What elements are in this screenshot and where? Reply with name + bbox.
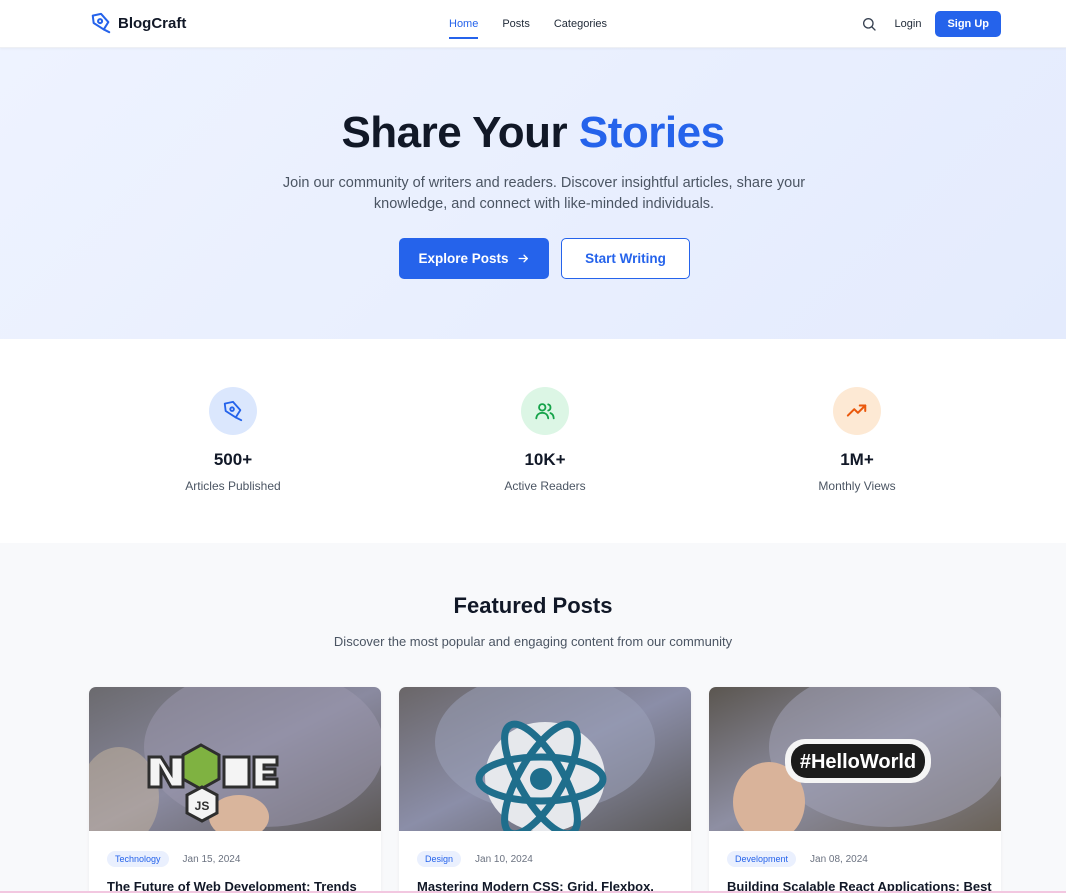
post-date: Jan 08, 2024 [810,853,868,865]
post-meta: Design Jan 10, 2024 [417,851,533,867]
pen-nib-icon [91,12,111,34]
svg-text:JS: JS [195,799,210,813]
stat-views: 1M+ Monthly Views [757,387,957,493]
stat-value: 500+ [213,450,253,469]
stat-label: Monthly Views [818,479,896,493]
featured-title: Featured Posts [453,593,613,618]
trending-up-icon [846,404,867,417]
post-tag[interactable]: Development [727,851,797,867]
stat-icon-circle [833,387,881,435]
hero-title: Share Your Stories [0,108,1066,158]
users-icon [535,403,555,420]
nav-actions: Login Sign Up [861,11,1001,37]
post-meta: Technology Jan 15, 2024 [107,851,240,867]
featured-section: Featured Posts Discover the most popular… [0,543,1066,893]
post-date: Jan 10, 2024 [475,853,533,865]
post-card[interactable]: Design Jan 10, 2024 Mastering Modern CSS… [399,687,691,893]
featured-subtitle: Discover the most popular and engaging c… [333,634,733,649]
stats-section: 500+ Articles Published 10K+ Active Read… [0,339,1066,543]
stat-icon-circle [209,387,257,435]
stat-label: Active Readers [504,479,586,493]
post-meta: Development Jan 08, 2024 [727,851,868,867]
arrow-right-icon [518,254,528,263]
post-date: Jan 15, 2024 [182,853,241,865]
stat-icon-circle [521,387,569,435]
pen-nib-icon [223,400,243,422]
stat-value: 1M+ [840,450,874,469]
hero-section: Share Your Stories Join our community of… [0,48,1066,339]
post-image: #HelloWorld [709,687,1001,831]
hero-title-main: Share Your [341,108,568,157]
stat-label: Articles Published [185,479,281,493]
start-writing-button[interactable]: Start Writing [561,238,690,279]
brand-logo[interactable]: BlogCraft [90,12,186,34]
nav-categories-link[interactable]: Categories [554,18,607,30]
brand-name: BlogCraft [118,14,187,32]
svg-text:#HelloWorld: #HelloWorld [800,751,916,773]
main-nav: Home Posts Categories [449,0,607,48]
post-card[interactable]: JS Technology Jan 15, 2024 The Future of… [89,687,381,893]
login-link[interactable]: Login [895,18,922,30]
hero-title-accent: Stories [578,108,725,157]
hero-subtitle: Join our community of writers and reader… [282,175,806,212]
post-tag[interactable]: Design [417,851,462,867]
explore-posts-label: Explore Posts [418,251,509,266]
stat-value: 10K+ [524,450,566,469]
node-js-sticker-image: JS [89,687,381,831]
nav-posts-link[interactable]: Posts [502,18,530,30]
explore-posts-button[interactable]: Explore Posts [399,238,549,279]
stat-articles: 500+ Articles Published [133,387,333,493]
react-sticker-image [399,687,691,831]
helloworld-sticker-image: #HelloWorld [709,687,1001,831]
top-nav: BlogCraft Home Posts Categories Login Si… [0,0,1066,48]
search-icon[interactable] [861,16,877,32]
nav-home-link[interactable]: Home [449,18,479,39]
post-image: JS [89,687,381,831]
post-card[interactable]: #HelloWorld Development Jan 08, 2024 Bui… [709,687,1001,893]
post-image [399,687,691,831]
signup-button[interactable]: Sign Up [935,11,1001,37]
stat-readers: 10K+ Active Readers [445,387,645,493]
post-tag[interactable]: Technology [107,851,169,867]
